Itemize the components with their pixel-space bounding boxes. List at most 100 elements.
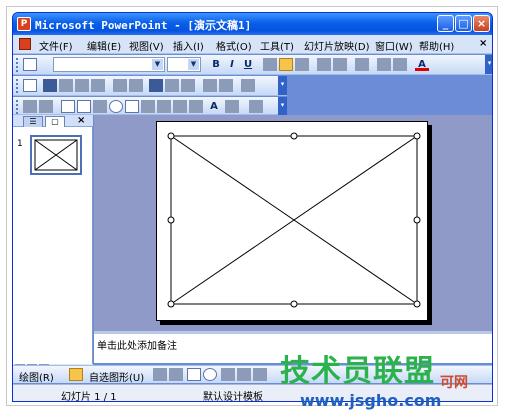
slide-counter: 幻灯片 1 / 1 [61,392,117,402]
title-bar[interactable]: P Microsoft PowerPoint - [演示文稿1] _ □ × [13,13,492,35]
design-mode-icon[interactable] [23,100,37,113]
pane-tabs: ☰ ▢ × [13,115,93,127]
notes-placeholder: 单击此处添加备注 [97,341,177,352]
bullets-icon[interactable] [333,58,347,71]
italic-button[interactable]: I [225,58,239,71]
toolbar-options-icon[interactable]: ▾ [278,97,287,116]
menu-bar: 文件(F) 编辑(E) 视图(V) 插入(I) 格式(O) 工具(T) 幻灯片放… [13,35,492,54]
label-tool-button[interactable]: A [207,100,221,113]
increase-indent-icon[interactable] [393,58,407,71]
insert-row-icon[interactable] [75,79,89,92]
underline-button[interactable]: U [241,58,255,71]
numbering-icon[interactable] [317,58,331,71]
listbox-icon[interactable] [125,100,139,113]
properties-icon[interactable] [39,100,53,113]
insert-table-icon[interactable] [43,79,57,92]
diagram-icon[interactable] [253,368,267,381]
font-name-dropdown[interactable]: ▼ [53,57,165,72]
toolbar-options-icon[interactable]: ▾ [278,76,287,95]
checkbox-icon[interactable] [61,100,75,113]
menu-file[interactable]: 文件(F) [39,38,73,53]
formatting-toolbar: ▼ ▼ B I U A ▾ [13,55,492,75]
table-icon[interactable] [23,79,37,92]
draw-table-icon[interactable] [203,79,217,92]
minimize-button[interactable]: _ [437,15,454,32]
close-icon: × [476,17,487,30]
textbox-icon[interactable] [77,100,91,113]
more-controls-icon[interactable] [249,100,263,113]
close-pane-button[interactable]: × [77,115,85,126]
autoshapes-button[interactable]: 自选图形(U) [89,369,144,384]
combobox-icon[interactable] [141,100,155,113]
menu-format[interactable]: 格式(O) [216,38,252,53]
oval-icon[interactable] [203,368,217,381]
align-center-icon[interactable] [279,58,293,71]
delete-cells-icon[interactable] [91,79,105,92]
thumbnail-graphic [34,139,78,171]
image-icon[interactable] [225,100,239,113]
powerpoint-window: P Microsoft PowerPoint - [演示文稿1] _ □ × 文… [12,12,493,402]
menu-tools[interactable]: 工具(T) [260,38,294,53]
tables-toolbar: ▾ [13,76,287,96]
textbox-tool-icon[interactable] [221,368,235,381]
minimize-icon: _ [442,17,449,30]
insert-column-icon[interactable] [59,79,73,92]
placeholder-graphic[interactable] [157,122,429,322]
increase-font-icon[interactable] [355,58,369,71]
slide-number: 1 [17,139,23,149]
merge-cells-icon[interactable] [113,79,127,92]
chevron-down-icon: ▼ [188,59,199,70]
scrollbar-icon[interactable] [189,100,203,113]
rectangle-icon[interactable] [187,368,201,381]
select-pointer-icon[interactable] [69,368,83,381]
toolbar-grip[interactable] [16,58,19,72]
slide-workspace [94,115,492,331]
tab-slides[interactable]: ▢ [45,116,65,127]
line-icon[interactable] [153,368,167,381]
menu-window[interactable]: 窗口(W) [375,38,413,53]
tab-outline[interactable]: ☰ [23,116,43,127]
watermark-brand: 技术员联盟 [280,354,435,389]
wordart-icon[interactable] [237,368,251,381]
fill-color-icon[interactable] [181,79,195,92]
menu-help[interactable]: 帮助(H) [419,38,454,53]
menu-insert[interactable]: 插入(I) [173,38,204,53]
save-icon[interactable] [23,58,37,71]
font-size-dropdown[interactable]: ▼ [167,57,201,72]
maximize-button[interactable]: □ [455,15,472,32]
slide[interactable] [156,121,428,321]
window-title: Microsoft PowerPoint - [演示文稿1] [35,19,252,32]
arrow-icon[interactable] [169,368,183,381]
align-right-icon[interactable] [295,58,309,71]
draw-menu-button[interactable]: 绘图(R) [19,369,54,384]
menu-view[interactable]: 视图(V) [129,38,164,53]
close-document-button[interactable]: × [479,38,487,49]
powerpoint-icon[interactable]: P [17,17,31,31]
menu-slideshow[interactable]: 幻灯片放映(D) [304,38,370,53]
slide-thumbnail[interactable] [30,135,82,175]
toolbar-options-icon[interactable]: ▾ [485,55,492,74]
slides-pane: ☰ ▢ × 1 [13,115,93,365]
border-style-icon[interactable] [149,79,163,92]
watermark-sub: 可网 [440,375,468,391]
toolbar-grip[interactable] [16,79,19,93]
sort-icon[interactable] [241,79,255,92]
split-cells-icon[interactable] [129,79,143,92]
design-template: 默认设计模板 [203,392,263,402]
close-button[interactable]: × [473,15,490,32]
menu-edit[interactable]: 编辑(E) [87,38,121,53]
bold-button[interactable]: B [209,58,223,71]
radio-icon[interactable] [109,100,123,113]
spin-icon[interactable] [173,100,187,113]
font-color-button[interactable]: A [415,58,429,71]
control-toolbox: A ▾ [13,97,287,116]
align-left-icon[interactable] [263,58,277,71]
button-control-icon[interactable] [93,100,107,113]
document-icon[interactable] [19,38,31,50]
toolbar-grip[interactable] [16,100,19,114]
decrease-indent-icon[interactable] [377,58,391,71]
border-width-icon[interactable] [165,79,179,92]
toggle-icon[interactable] [157,100,171,113]
maximize-icon: □ [458,17,469,30]
eraser-icon[interactable] [219,79,233,92]
